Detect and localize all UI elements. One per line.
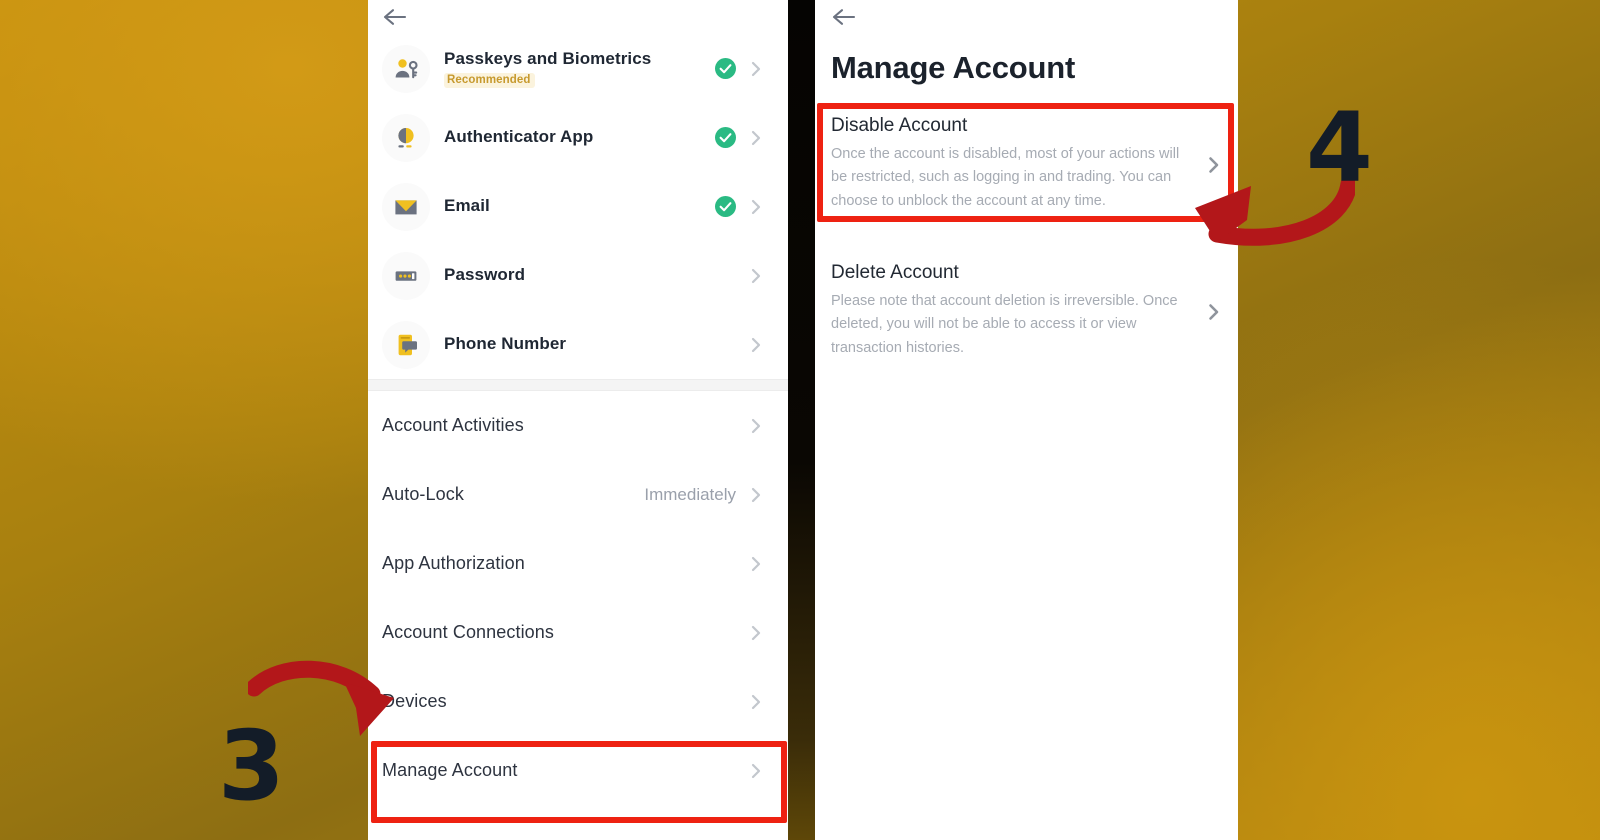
list-item-devices[interactable]: Devices <box>368 667 788 736</box>
phone-message-icon <box>382 320 430 369</box>
chevron-right-icon <box>750 486 762 504</box>
verified-check-icon <box>715 127 736 148</box>
list-item-account-activities[interactable]: Account Activities <box>368 391 788 460</box>
chevron-right-icon <box>750 762 762 780</box>
list-item-manage-account[interactable]: Manage Account <box>368 736 788 805</box>
option-title: Delete Account <box>831 262 959 284</box>
list-item-email[interactable]: Email <box>368 172 788 241</box>
list-item-password[interactable]: Password <box>368 241 788 310</box>
list-item-title: Passkeys and Biometrics <box>444 48 652 68</box>
list-item-text: Passkeys and Biometrics Recommended <box>444 48 715 89</box>
chevron-right-icon <box>750 129 762 147</box>
list-item-text: Account Connections <box>382 622 750 644</box>
step-number-3: 3 <box>218 710 285 822</box>
chevron-right-icon <box>750 267 762 285</box>
list-item-title: App Authorization <box>382 552 525 573</box>
right-panel-topbar <box>815 0 1238 34</box>
panel-gap-shadow <box>788 0 816 840</box>
chevron-right-icon <box>750 693 762 711</box>
authenticator-token-icon <box>382 113 430 162</box>
list-item-text: Manage Account <box>382 760 750 782</box>
list-item-text: Email <box>444 196 715 216</box>
chevron-right-icon <box>750 417 762 435</box>
recommended-badge: Recommended <box>444 73 535 89</box>
option-description: Please note that account deletion is irr… <box>831 292 1178 356</box>
envelope-icon <box>382 182 430 231</box>
list-item-passkeys-and-biometrics[interactable]: Passkeys and Biometrics Recommended <box>368 34 788 103</box>
passkey-person-icon <box>382 44 430 93</box>
back-arrow-icon[interactable] <box>382 6 408 28</box>
list-item-title: Auto-Lock <box>382 483 464 504</box>
list-item-text: Devices <box>382 691 750 713</box>
list-item-phone-number[interactable]: Phone Number <box>368 310 788 379</box>
list-item-title: Authenticator App <box>444 127 594 147</box>
security-settings-panel: Passkeys and Biometrics Recommended Auth… <box>368 0 788 840</box>
list-item-text: Account Activities <box>382 415 750 437</box>
list-item-text: Phone Number <box>444 334 750 354</box>
chevron-right-icon <box>750 555 762 573</box>
screenshot-stage: Passkeys and Biometrics Recommended Auth… <box>0 0 1600 840</box>
chevron-right-icon <box>750 198 762 216</box>
list-item-text: Auto-Lock <box>382 484 644 506</box>
option-delete-account[interactable]: Delete Account Please note that account … <box>815 247 1238 376</box>
list-item-title: Password <box>444 265 526 285</box>
list-item-text: Authenticator App <box>444 127 715 147</box>
list-item-title: Phone Number <box>444 334 567 354</box>
account-settings-list: Account Activities Auto-Lock Immediately <box>368 391 788 805</box>
chevron-right-icon <box>750 336 762 354</box>
page-title: Manage Account <box>831 50 1076 85</box>
list-item-account-connections[interactable]: Account Connections <box>368 598 788 667</box>
section-divider <box>368 379 788 391</box>
list-item-title: Account Connections <box>382 621 555 642</box>
list-item-title: Email <box>444 196 490 216</box>
option-description: Once the account is disabled, most of yo… <box>831 145 1180 209</box>
list-item-authenticator-app[interactable]: Authenticator App <box>368 103 788 172</box>
list-item-text: Password <box>444 265 750 285</box>
list-item-title: Manage Account <box>382 759 518 780</box>
step-number-4: 4 <box>1306 92 1373 204</box>
auto-lock-value: Immediately <box>644 484 736 504</box>
chevron-right-icon <box>1207 302 1220 322</box>
list-item-app-authorization[interactable]: App Authorization <box>368 529 788 598</box>
chevron-right-icon <box>750 624 762 642</box>
chevron-right-icon <box>750 60 762 78</box>
back-arrow-icon[interactable] <box>831 6 857 28</box>
password-dots-icon <box>382 251 430 300</box>
left-panel-topbar <box>368 0 788 34</box>
option-title: Disable Account <box>831 115 968 136</box>
list-item-text: App Authorization <box>382 553 750 575</box>
manage-account-panel: Manage Account Disable Account Once the … <box>815 0 1238 840</box>
verified-check-icon <box>715 58 736 79</box>
security-method-list: Passkeys and Biometrics Recommended Auth… <box>368 34 788 379</box>
verified-check-icon <box>715 196 736 217</box>
list-item-auto-lock[interactable]: Auto-Lock Immediately <box>368 460 788 529</box>
list-item-title: Account Activities <box>382 414 524 435</box>
